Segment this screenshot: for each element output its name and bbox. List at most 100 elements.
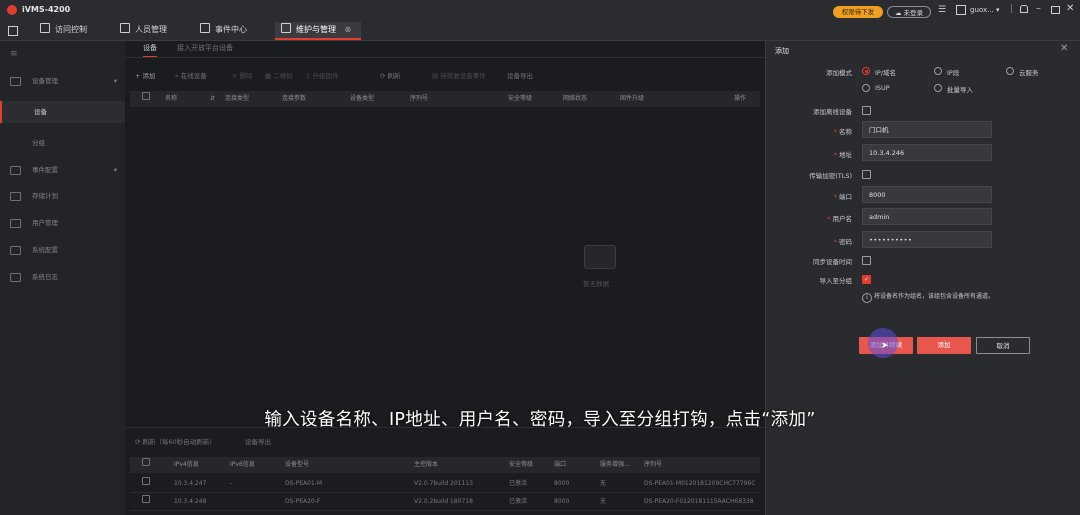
upgrade-firmware-button[interactable]: ⇪ 升级固件: [305, 70, 339, 80]
column-header[interactable]: 服务增强...: [600, 457, 630, 473]
table-row[interactable]: 10.3.4.248 DS-PEA20-F V2.0.2build 180718…: [130, 493, 760, 511]
export-device-button[interactable]: 设备导出: [507, 70, 533, 80]
refresh-label: 刷新: [387, 72, 401, 80]
cell-serial: DS-PEA20-F0120181115AACH68338: [644, 498, 754, 505]
mode-cloud-radio[interactable]: [1006, 67, 1014, 75]
delete-button[interactable]: ✕ 删除: [232, 70, 253, 80]
nav-tab-maintenance[interactable]: 维护与管理 ⊗: [275, 22, 361, 40]
row-checkbox[interactable]: [142, 475, 150, 492]
caret-down-icon: ▾: [996, 6, 1000, 14]
upgrade-badge[interactable]: 权限待下发: [833, 6, 883, 18]
subtab-open-platform[interactable]: 接入开放平台设备: [177, 43, 233, 53]
login-status-button[interactable]: ☁ 未登录: [887, 6, 931, 18]
nav-tab-person[interactable]: 人员管理: [120, 22, 190, 40]
offline-checkbox[interactable]: [862, 106, 871, 115]
sidebar-item-label: 用户管理: [32, 219, 58, 227]
user-menu[interactable]: guox... ▾: [970, 6, 1000, 14]
column-header[interactable]: 序列号: [644, 457, 662, 473]
offline-label: 添加离线设备: [813, 108, 852, 116]
column-header[interactable]: 设备型号: [285, 457, 309, 473]
qrcode-button[interactable]: ▦ 二维码: [265, 70, 293, 80]
cursor-icon: ➤: [881, 341, 889, 351]
select-all-checkbox[interactable]: [142, 457, 150, 473]
sidebar-item-device[interactable]: 设备: [0, 101, 127, 123]
username-field[interactable]: admin: [862, 208, 992, 225]
cell-ipv4: 10.3.4.247: [174, 480, 207, 487]
column-header[interactable]: 安全等级: [508, 91, 532, 107]
column-header[interactable]: 端口: [554, 457, 566, 473]
online-refresh-button[interactable]: ⟳ 刷新（每60秒自动刷新）: [135, 436, 216, 446]
column-header[interactable]: 固件升级: [620, 91, 644, 107]
name-label: * 名称: [833, 128, 852, 136]
cell-ipv6: -: [230, 480, 233, 487]
restore-icon[interactable]: [1051, 6, 1060, 14]
column-header[interactable]: IPv6信息: [230, 457, 255, 473]
close-panel-icon[interactable]: ✕: [1060, 43, 1068, 54]
minimize-icon[interactable]: –: [1036, 3, 1041, 14]
sidebar-item-storage[interactable]: 存储计划: [0, 185, 125, 207]
column-header[interactable]: 连接参数: [282, 91, 306, 107]
add-confirm-button[interactable]: 添加: [917, 337, 971, 354]
add-device-panel: 添加 ✕ 添加模式 IP/域名 IP段 云服务 ISUP 批量导入 添加离线设备…: [765, 41, 1080, 515]
column-header[interactable]: 安全等级: [509, 457, 533, 473]
list-icon[interactable]: ☰: [938, 5, 946, 15]
nav-tab-event[interactable]: 事件中心: [200, 22, 270, 40]
column-header[interactable]: 操作: [734, 91, 746, 107]
name-field[interactable]: 门口机: [862, 121, 992, 138]
cell-model: DS-PEA01-M: [285, 480, 323, 487]
column-header[interactable]: IPv4信息: [174, 457, 199, 473]
mode-ip-domain-radio[interactable]: [862, 67, 870, 75]
refresh-button[interactable]: ⟳ 刷新: [380, 70, 401, 80]
close-tab-icon[interactable]: ⊗: [345, 25, 352, 34]
tls-checkbox[interactable]: [862, 170, 871, 179]
column-header[interactable]: 连接类型: [225, 91, 249, 107]
column-header[interactable]: 序列号: [410, 91, 428, 107]
address-field[interactable]: 10.3.4.246: [862, 144, 992, 161]
lock-icon[interactable]: [1020, 5, 1028, 13]
table-row[interactable]: 10.3.4.247 - DS-PEA01-M V2.0.7build 2011…: [130, 475, 760, 493]
cancel-button[interactable]: 取消: [976, 337, 1030, 354]
nav-tab-access-control[interactable]: 访问控制: [40, 22, 110, 40]
cell-port: 8000: [554, 480, 570, 487]
online-device-button[interactable]: ⌕ 在线设备: [175, 70, 207, 81]
mode-isup-radio[interactable]: [862, 84, 870, 92]
password-field[interactable]: ••••••••••: [862, 231, 992, 248]
column-header[interactable]: 网络状态: [563, 91, 587, 107]
import-group-checkbox[interactable]: ✓: [862, 275, 871, 284]
online-export-button[interactable]: 设备导出: [245, 436, 271, 446]
collapse-menu-icon[interactable]: ≡: [10, 49, 18, 59]
close-window-icon[interactable]: ✕: [1066, 3, 1074, 14]
mode-isup-label: ISUP: [875, 84, 890, 92]
sidebar-item-system-log[interactable]: 系统日志: [0, 266, 125, 288]
module-nav: 访问控制 人员管理 事件中心 维护与管理 ⊗: [0, 22, 1080, 41]
mode-ip-segment-radio[interactable]: [934, 67, 942, 75]
select-all-checkbox[interactable]: [142, 91, 150, 107]
port-field[interactable]: 8000: [862, 186, 992, 203]
user-name: guox...: [970, 6, 994, 14]
mode-batch-import-radio[interactable]: [934, 84, 942, 92]
sidebar-item-device-management[interactable]: 设备管理 ▾: [0, 70, 125, 92]
sidebar-item-group[interactable]: 分组: [0, 132, 125, 154]
password-label: * 密码: [833, 238, 852, 246]
port-label-text: 端口: [839, 193, 852, 201]
username-label: * 用户名: [827, 215, 852, 223]
sync-time-label: 同步设备时间: [813, 258, 852, 266]
restore-event-button[interactable]: ▤ 待恢复设备事件: [432, 70, 486, 80]
sort-icon[interactable]: ⇵: [210, 91, 215, 107]
sidebar-item-label: 系统日志: [32, 273, 58, 281]
sidebar-item-event-config[interactable]: 事件配置 ▾: [0, 159, 125, 181]
row-checkbox[interactable]: [142, 493, 150, 510]
sync-time-checkbox[interactable]: [862, 256, 871, 265]
sidebar-item-label: 分组: [32, 139, 45, 147]
sidebar-item-system-config[interactable]: 系统配置: [0, 239, 125, 261]
event-icon: [10, 166, 21, 175]
add-button[interactable]: + 添加: [135, 70, 156, 80]
image-icon[interactable]: [956, 5, 966, 15]
column-header[interactable]: 设备类型: [350, 91, 374, 107]
sidebar-item-user[interactable]: 用户管理: [0, 212, 125, 234]
import-group-hint: 将设备名作为组名，该组包含设备所有通道。: [874, 293, 995, 300]
grid-menu-icon[interactable]: [8, 26, 18, 36]
column-header[interactable]: 主控版本: [414, 457, 438, 473]
subtab-device[interactable]: 设备: [143, 43, 157, 58]
column-header[interactable]: 名称: [165, 91, 177, 107]
